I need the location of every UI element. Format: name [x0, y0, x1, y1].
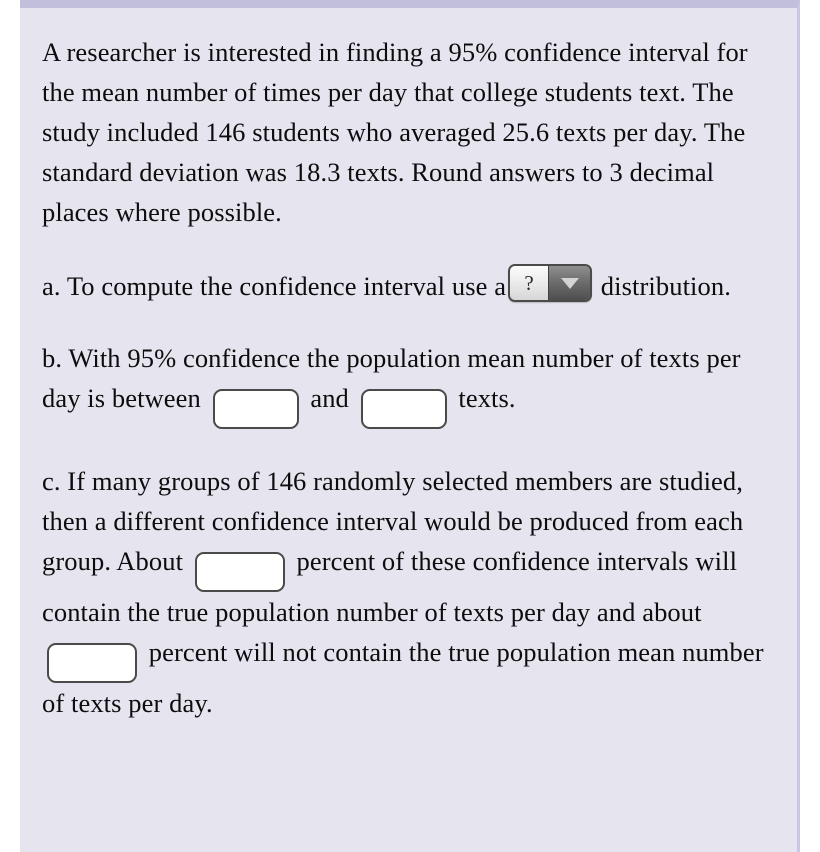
part-a-text-after: distribution.: [600, 271, 731, 301]
question-prose: A researcher is interested in finding a …: [42, 32, 769, 723]
lower-bound-input[interactable]: [212, 389, 299, 429]
distribution-select-value[interactable]: ?: [510, 266, 549, 300]
part-a-text-before: a. To compute the confidence interval us…: [42, 271, 507, 301]
part-c-paragraph: c. If many groups of 146 randomly select…: [42, 461, 769, 723]
not-contain-percent-input[interactable]: [47, 643, 137, 683]
part-a-paragraph: a. To compute the confidence interval us…: [42, 264, 769, 306]
part-b-paragraph: b. With 95% confidence the population me…: [42, 338, 769, 429]
problem-intro-paragraph: A researcher is interested in finding a …: [42, 37, 748, 227]
page-root: A researcher is interested in finding a …: [0, 0, 820, 852]
part-b-text-middle: and: [310, 383, 349, 413]
contain-percent-input[interactable]: [194, 552, 285, 592]
distribution-select-arrow-button[interactable]: [548, 266, 591, 300]
part-b-text-after: texts.: [458, 383, 516, 413]
question-panel: A researcher is interested in finding a …: [20, 0, 800, 852]
upper-bound-input[interactable]: [360, 389, 447, 429]
chevron-down-icon: [560, 278, 579, 289]
part-c-text-3: percent will not contain the true popula…: [42, 637, 764, 718]
distribution-select[interactable]: ?: [508, 264, 593, 302]
